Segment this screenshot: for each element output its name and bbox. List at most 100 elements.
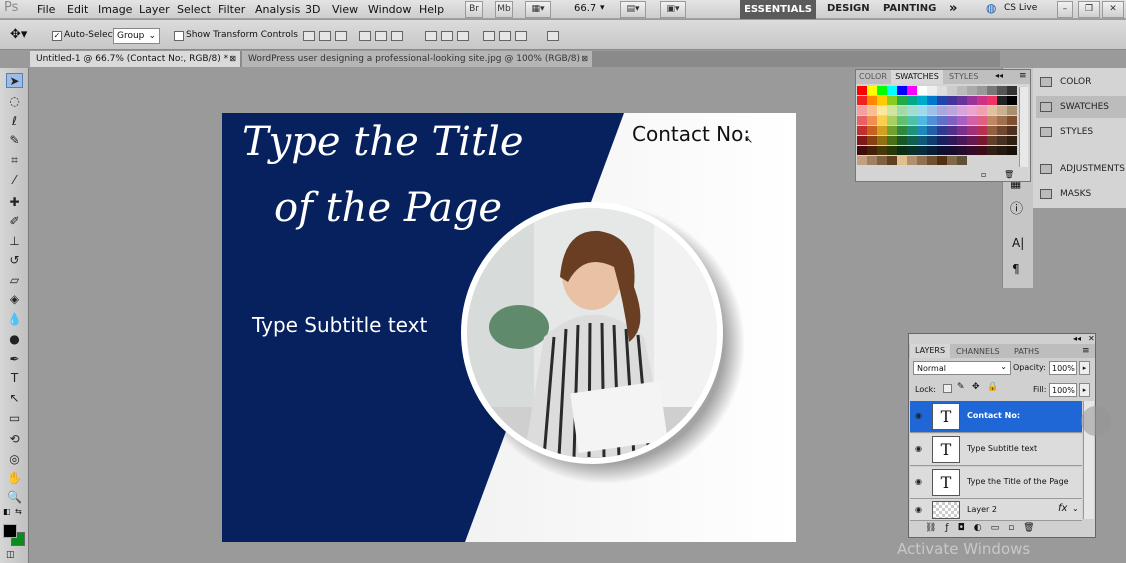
color-swatch[interactable] <box>947 136 957 145</box>
title-text-line-2[interactable]: of the Page <box>274 185 502 231</box>
color-swatch[interactable] <box>927 106 937 115</box>
color-swatch[interactable] <box>997 116 1007 125</box>
lasso-tool-icon[interactable]: ℓ <box>6 113 23 128</box>
color-swatch[interactable] <box>877 146 887 155</box>
lock-all-icon[interactable]: 🔒 <box>987 382 998 392</box>
layers-footer-icons[interactable]: ⛓ƒ◘◐▭▫🗑 <box>925 523 1044 533</box>
color-swatch[interactable] <box>1007 136 1017 145</box>
color-swatch[interactable] <box>887 106 897 115</box>
history-brush-tool-icon[interactable]: ↺ <box>6 252 23 267</box>
align-bottom-icon[interactable] <box>335 31 347 41</box>
move-tool-preset-icon[interactable]: ✥▾ <box>10 27 27 42</box>
more-workspaces-icon[interactable]: » <box>949 1 957 16</box>
color-swatch[interactable] <box>867 126 877 135</box>
menu-file[interactable]: File <box>37 3 55 16</box>
path-selection-tool-icon[interactable]: ↖ <box>6 390 23 405</box>
color-swatch[interactable] <box>947 106 957 115</box>
dock-adjustments[interactable]: ADJUSTMENTS <box>1036 158 1125 180</box>
character-icon[interactable]: A| <box>1012 236 1024 250</box>
3d-rotate-tool-icon[interactable]: ⟲ <box>6 431 23 446</box>
color-swatch[interactable] <box>897 136 907 145</box>
color-swatch[interactable] <box>907 96 917 105</box>
menu-help[interactable]: Help <box>419 3 444 16</box>
dock-masks[interactable]: MASKS <box>1036 183 1091 205</box>
color-swatch[interactable] <box>907 86 917 95</box>
color-swatch[interactable] <box>937 146 947 155</box>
tab-paths[interactable]: PATHS <box>1014 347 1039 356</box>
color-swatch[interactable] <box>947 116 957 125</box>
color-swatch[interactable] <box>997 106 1007 115</box>
color-swatch[interactable] <box>967 146 977 155</box>
restore-button[interactable]: ❐ <box>1078 1 1100 18</box>
color-swatch[interactable] <box>927 116 937 125</box>
tab-wordpress-image[interactable]: WordPress user designing a professional-… <box>242 51 592 67</box>
shape-tool-icon[interactable]: ▭ <box>6 410 23 425</box>
tab-color[interactable]: COLOR <box>859 72 887 81</box>
tab-swatches[interactable]: SWATCHES <box>891 70 943 84</box>
color-swatch[interactable] <box>897 156 907 165</box>
launch-bridge-button[interactable]: Br <box>465 1 483 18</box>
color-swatch[interactable] <box>957 106 967 115</box>
menu-image[interactable]: Image <box>98 3 132 16</box>
color-swatch[interactable] <box>857 116 867 125</box>
swatch-grid[interactable] <box>857 86 1017 166</box>
minimize-button[interactable]: – <box>1057 1 1073 18</box>
info-icon[interactable]: ⓘ <box>1010 198 1023 217</box>
color-swatch[interactable] <box>967 106 977 115</box>
color-swatch[interactable] <box>957 156 967 165</box>
color-swatch[interactable] <box>937 136 947 145</box>
color-swatch[interactable] <box>977 146 987 155</box>
color-swatch[interactable] <box>957 96 967 105</box>
color-swatch[interactable] <box>987 126 997 135</box>
zoom-tool-icon[interactable]: 🔍 <box>6 489 23 504</box>
color-swatch[interactable] <box>967 116 977 125</box>
color-swatch[interactable] <box>1007 126 1017 135</box>
color-swatch[interactable] <box>897 116 907 125</box>
color-swatch[interactable] <box>967 136 977 145</box>
menu-analysis[interactable]: Analysis <box>255 3 300 16</box>
dock-color[interactable]: COLOR <box>1036 71 1091 93</box>
menu-edit[interactable]: Edit <box>67 3 88 16</box>
color-swatch[interactable] <box>927 86 937 95</box>
3d-orbit-tool-icon[interactable]: ◎ <box>6 451 23 466</box>
color-swatch[interactable] <box>947 146 957 155</box>
color-swatch[interactable] <box>857 136 867 145</box>
new-swatch-icon[interactable]: ▫ <box>981 170 986 179</box>
mini-bridge-button[interactable]: Mb <box>495 1 513 18</box>
distribute-hcenter-icon[interactable] <box>499 31 511 41</box>
distribute-vcenter-icon[interactable] <box>441 31 453 41</box>
auto-align-layers-icon[interactable] <box>547 31 559 41</box>
color-swatch[interactable] <box>997 136 1007 145</box>
workspace-design[interactable]: DESIGN <box>827 3 870 14</box>
color-swatch[interactable] <box>977 106 987 115</box>
color-swatch[interactable] <box>1007 146 1017 155</box>
color-swatch[interactable] <box>877 126 887 135</box>
color-swatch[interactable] <box>907 156 917 165</box>
crop-tool-icon[interactable]: ⌗ <box>6 152 23 167</box>
color-swatch[interactable] <box>927 146 937 155</box>
color-swatch[interactable] <box>857 156 867 165</box>
color-swatch[interactable] <box>917 86 927 95</box>
panel-menu-icon[interactable]: ≡ <box>1019 71 1027 81</box>
color-swatch[interactable] <box>887 86 897 95</box>
color-swatch[interactable] <box>977 116 987 125</box>
color-swatch[interactable] <box>867 96 877 105</box>
collapse-icon[interactable]: ◂◂ <box>1073 334 1081 343</box>
color-swatch[interactable] <box>877 86 887 95</box>
visibility-eye-icon[interactable]: ◉ <box>915 506 925 514</box>
zoom-level[interactable]: 66.7 <box>574 3 596 14</box>
contact-text[interactable]: Contact No: <box>632 122 750 146</box>
color-swatch[interactable] <box>957 146 967 155</box>
color-swatch[interactable] <box>947 126 957 135</box>
color-swatch[interactable] <box>877 136 887 145</box>
color-swatch[interactable] <box>997 146 1007 155</box>
color-swatch[interactable] <box>857 146 867 155</box>
color-swatch[interactable] <box>927 126 937 135</box>
color-swatch[interactable] <box>997 126 1007 135</box>
color-swatch[interactable] <box>977 126 987 135</box>
color-swatch[interactable] <box>967 86 977 95</box>
color-swatch[interactable] <box>907 116 917 125</box>
lock-transparency-icon[interactable] <box>943 384 952 393</box>
delete-swatch-icon[interactable]: 🗑 <box>1004 170 1014 179</box>
color-swatch[interactable] <box>937 126 947 135</box>
